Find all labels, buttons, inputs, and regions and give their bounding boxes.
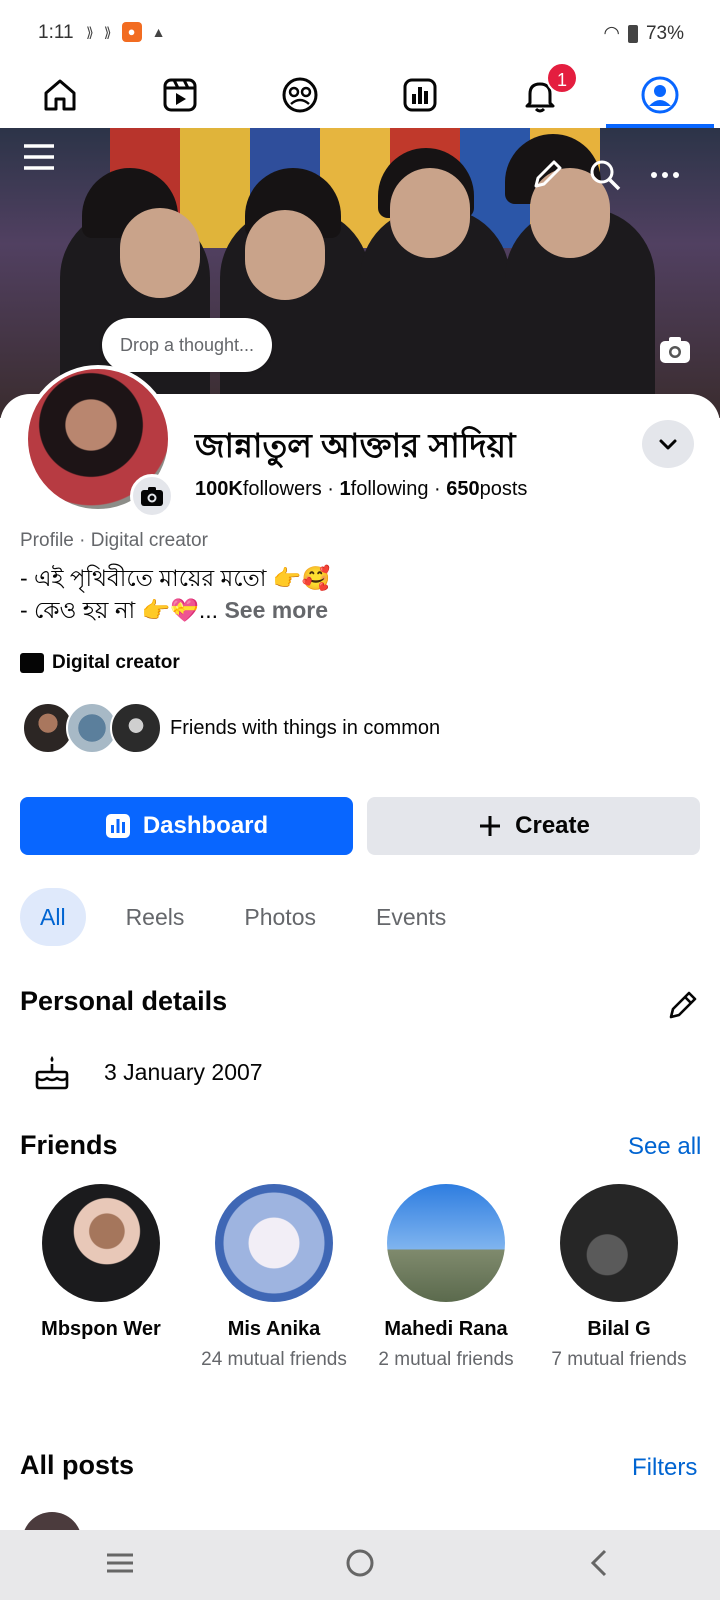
posts-label: posts <box>479 478 528 500</box>
tab-groups[interactable] <box>240 62 360 128</box>
bio-line: - কেও হয় না 👉💝... <box>20 597 219 623</box>
status-bar: 1:11 ⟫ ⟫ ● ▲ ◠ 73% <box>0 0 720 62</box>
search-icon[interactable] <box>588 158 622 197</box>
see-more-link[interactable]: See more <box>224 597 328 623</box>
content-filter-tabs: All Reels Photos Events <box>20 888 466 946</box>
back-icon <box>590 1549 607 1576</box>
friends-in-common[interactable]: Friends with things in common <box>22 702 440 754</box>
nfc-icon: ⟫ <box>103 23 112 40</box>
following-label[interactable]: following <box>351 478 429 500</box>
create-label: Create <box>515 812 590 839</box>
posts-count: 650 <box>446 478 480 500</box>
clapperboard-icon <box>20 653 44 673</box>
groups-icon <box>282 77 318 113</box>
friend-name: Mbspon Wer <box>41 1318 161 1340</box>
cover-camera-icon[interactable] <box>658 333 692 372</box>
home-circle-icon <box>346 1549 374 1576</box>
cover-person <box>390 168 470 258</box>
following-count[interactable]: 1 <box>340 478 351 500</box>
edit-details-button[interactable] <box>666 988 700 1027</box>
app-notification-icon: ● <box>121 22 142 42</box>
posts-filters-link[interactable]: Filters <box>632 1454 697 1482</box>
filter-photos[interactable]: Photos <box>224 888 336 946</box>
tab-dashboard[interactable] <box>360 62 480 128</box>
home-button[interactable] <box>343 1546 377 1585</box>
friend-photo <box>560 1184 678 1302</box>
edit-icon[interactable] <box>530 158 564 197</box>
avatar-camera-button[interactable] <box>130 474 174 518</box>
dashboard-icon <box>105 814 130 838</box>
followers-count[interactable]: 100K <box>195 478 243 500</box>
notification-badge: 1 <box>546 62 578 94</box>
filter-all[interactable]: All <box>20 888 86 946</box>
mutual-friends-count: 24 mutual friends <box>201 1349 347 1370</box>
filter-reels[interactable]: Reels <box>106 888 205 946</box>
friend-card[interactable]: Mis Anika 24 mutual friends <box>189 1184 359 1371</box>
mutual-friends-count: 7 mutual friends <box>551 1349 687 1370</box>
friends-title: Friends <box>20 1130 118 1160</box>
filter-events[interactable]: Events <box>356 888 466 946</box>
dashboard-icon <box>403 78 437 112</box>
friend-card[interactable]: Bilal G 7 mutual friends <box>534 1184 704 1371</box>
birthday-date: 3 January 2007 <box>104 1058 263 1085</box>
friend-name: Mis Anika <box>227 1318 321 1340</box>
status-time: 1:11 <box>38 22 74 43</box>
bio-line: - এই পৃথিবীতে মায়ের মতো 👉🥰 <box>20 565 331 591</box>
profile-name: জান্নাতুল আক্তার সাদিয়া <box>195 427 516 464</box>
birthday-row: 3 January 2007 <box>32 1052 263 1092</box>
recent-apps-button[interactable] <box>103 1546 137 1585</box>
home-icon <box>44 79 76 111</box>
top-nav: 1 <box>0 62 720 128</box>
recent-apps-icon <box>107 1553 133 1572</box>
plus-icon <box>480 816 501 836</box>
warning-icon: ▲ <box>151 24 166 40</box>
battery-icon <box>627 24 638 43</box>
profile-bio: - এই পৃথিবীতে মায়ের মতো 👉🥰 - কেও হয় না… <box>20 562 330 626</box>
friend-card[interactable]: Mbspon Wer <box>16 1184 186 1341</box>
chevron-down-icon <box>659 439 677 450</box>
all-posts-title: All posts <box>20 1450 135 1480</box>
reels-icon <box>163 78 197 112</box>
camera-icon <box>141 487 163 506</box>
see-all-friends-link[interactable]: See all <box>628 1133 701 1161</box>
creator-badge: Digital creator <box>20 652 180 674</box>
friends-common-text: Friends with things in common <box>170 716 441 739</box>
menu-icon[interactable] <box>22 140 56 179</box>
tab-home[interactable] <box>0 62 120 128</box>
tab-notifications[interactable]: 1 <box>480 62 600 128</box>
profile-stats: 100Kfollowers · 1following · 650posts <box>195 478 528 500</box>
back-button[interactable] <box>583 1546 617 1585</box>
cover-person <box>245 210 325 300</box>
tab-profile[interactable] <box>600 62 720 128</box>
battery-level: 73% <box>645 22 684 44</box>
creator-label: Digital creator <box>52 652 180 673</box>
profile-icon <box>641 76 679 114</box>
tab-reels[interactable] <box>120 62 240 128</box>
status-right: ◠ 73% <box>603 22 684 45</box>
nfc-icon: ⟫ <box>86 23 94 40</box>
friend-photo <box>387 1184 505 1302</box>
more-options-icon[interactable] <box>648 158 682 197</box>
pencil-icon <box>669 991 697 1019</box>
friend-name: Bilal G <box>587 1318 651 1340</box>
mutual-friends-count: 2 mutual friends <box>378 1349 514 1370</box>
friend-photo <box>42 1184 160 1302</box>
dashboard-label: Dashboard <box>142 812 269 839</box>
friend-photo <box>215 1184 333 1302</box>
friend-avatar <box>110 702 162 754</box>
cover-person <box>120 208 200 298</box>
profile-dropdown-button[interactable] <box>642 420 694 468</box>
create-button[interactable]: Create <box>367 797 700 855</box>
personal-details-title: Personal details <box>20 986 228 1016</box>
drop-thought-bubble[interactable]: Drop a thought... <box>102 318 272 372</box>
status-notification-icons: ⟫ ⟫ ● ▲ <box>86 22 165 42</box>
profile-category: Profile · Digital creator <box>20 530 208 551</box>
system-nav-bar <box>0 1530 720 1600</box>
friend-card[interactable]: Mahedi Rana 2 mutual friends <box>361 1184 531 1371</box>
dashboard-button[interactable]: Dashboard <box>20 797 353 855</box>
followers-label[interactable]: followers <box>243 478 322 500</box>
friend-name: Mahedi Rana <box>384 1318 508 1340</box>
birthday-cake-icon <box>35 1056 69 1090</box>
wifi-icon: ◠ <box>603 23 620 44</box>
